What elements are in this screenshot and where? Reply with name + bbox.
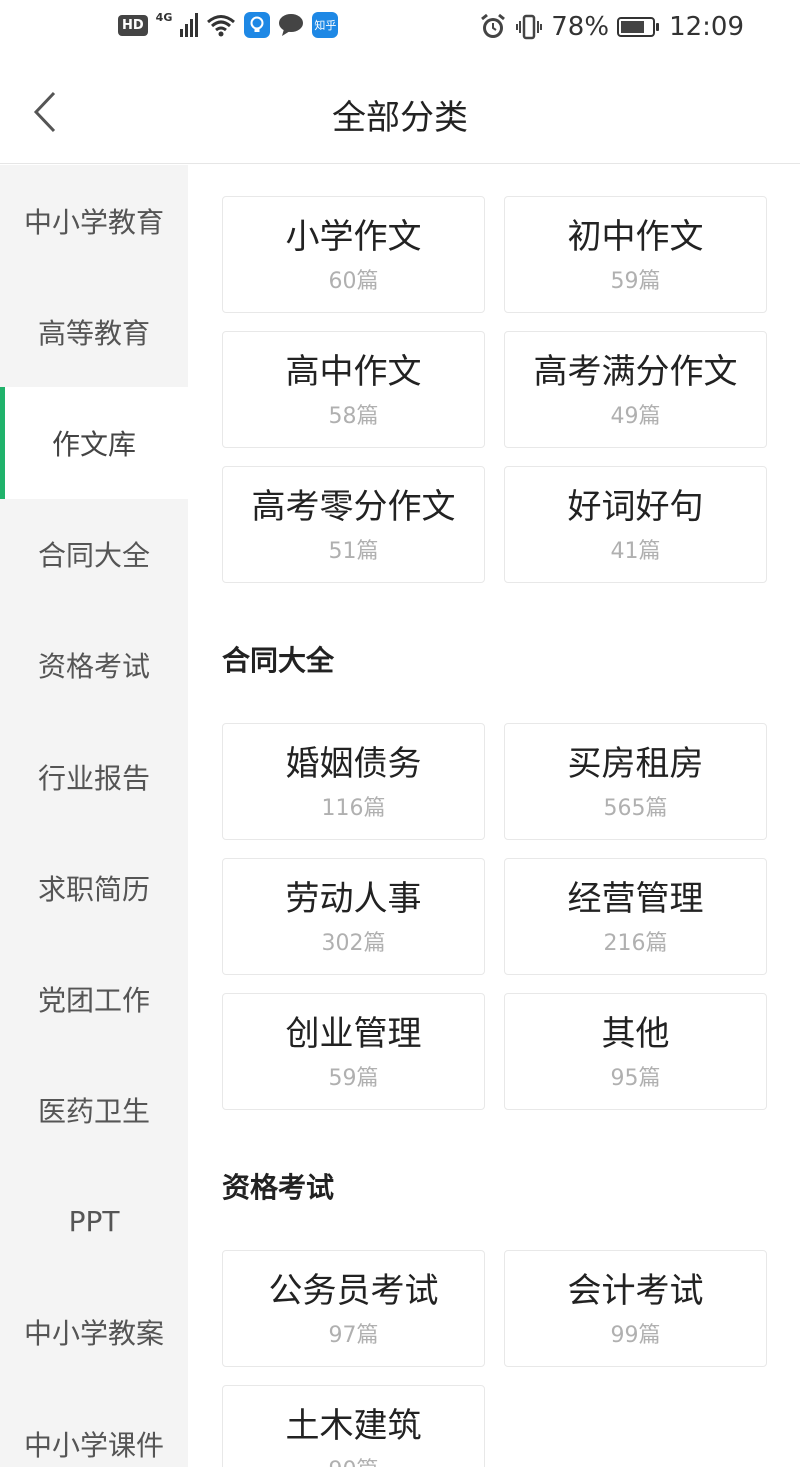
card-title: 初中作文 <box>567 216 704 257</box>
card-title: 婚姻债务 <box>285 743 422 784</box>
card-title: 劳动人事 <box>285 878 422 919</box>
card-title: 高中作文 <box>285 351 422 392</box>
category-sidebar: 中小学教育 高等教育 作文库 合同大全 资格考试 行业报告 求职简历 党团工作 医药卫生 PPT 中… <box>0 165 188 1467</box>
card-title: 高考满分作文 <box>533 351 738 392</box>
card-count: 49篇 <box>610 403 661 429</box>
sidebar-item[interactable]: 合同大全 <box>0 499 188 610</box>
card-count: 59篇 <box>610 268 661 294</box>
wifi-icon <box>207 15 236 37</box>
card-count: 60篇 <box>328 268 379 294</box>
clock: 12:09 <box>669 12 744 42</box>
section-title: 资格考试 <box>222 1171 335 1204</box>
category-card[interactable]: 土木建筑 90篇 <box>222 1385 485 1467</box>
card-count: 99篇 <box>610 1322 661 1348</box>
category-card[interactable]: 会计考试 99篇 <box>504 1250 767 1367</box>
sidebar-item[interactable]: PPT <box>0 1166 188 1277</box>
category-card[interactable]: 好词好句 41篇 <box>504 466 767 583</box>
network-type: 4G <box>155 10 173 24</box>
category-card[interactable]: 经营管理 216篇 <box>504 858 767 975</box>
lightbulb-app-icon <box>244 12 271 38</box>
sidebar-item[interactable]: 高等教育 <box>0 276 188 387</box>
card-count: 97篇 <box>328 1322 379 1348</box>
card-count: 216篇 <box>603 930 668 956</box>
message-icon <box>279 14 304 36</box>
status-right: 78% 12:09 <box>479 12 744 42</box>
sidebar-item[interactable]: 中小学教案 <box>0 1277 188 1388</box>
category-card[interactable]: 婚姻债务 116篇 <box>222 723 485 840</box>
category-card[interactable]: 公务员考试 97篇 <box>222 1250 485 1367</box>
hd-icon: HD <box>118 14 148 36</box>
card-count: 90篇 <box>329 1452 379 1467</box>
card-count: 59篇 <box>328 1065 379 1091</box>
status-bar: HD 4G 知乎 78% 12:09 <box>0 0 800 56</box>
category-grid: 小学作文 60篇 初中作文 59篇高中作文 58篇 高考满分作文 49篇高考零分作文 51篇 好… <box>222 196 767 583</box>
card-title: 公务员考试 <box>268 1270 439 1311</box>
card-count: 116篇 <box>321 795 386 821</box>
page-title: 全部分类 <box>332 98 468 138</box>
category-card[interactable]: 高考满分作文 49篇 <box>504 331 767 448</box>
status-left: HD 4G 知乎 <box>118 10 339 38</box>
category-card[interactable]: 高中作文 58篇 <box>222 331 485 448</box>
battery-percent: 78% <box>551 12 610 42</box>
sidebar-item[interactable]: 作文库 <box>0 387 188 499</box>
category-grid: 婚姻债务 116篇 买房租房 565篇劳动人事 302篇 经营管理 216篇创业管理 59篇 其… <box>222 723 767 1110</box>
category-card[interactable]: 初中作文 59篇 <box>504 196 767 313</box>
battery-icon <box>617 17 660 37</box>
sidebar-item[interactable]: 医药卫生 <box>0 1055 188 1166</box>
card-title: 会计考试 <box>567 1270 704 1311</box>
card-count: 95篇 <box>610 1065 661 1091</box>
card-count: 302篇 <box>321 930 386 956</box>
card-title: 高考零分作文 <box>251 486 456 527</box>
section-title: 合同大全 <box>222 644 335 677</box>
category-card[interactable]: 劳动人事 302篇 <box>222 858 485 975</box>
card-title: 创业管理 <box>285 1013 422 1054</box>
vibrate-icon <box>516 14 543 40</box>
card-title: 买房租房 <box>567 743 704 784</box>
category-card[interactable]: 买房租房 565篇 <box>504 723 767 840</box>
card-title: 好词好句 <box>567 486 704 527</box>
category-card[interactable]: 高考零分作文 51篇 <box>222 466 485 583</box>
card-count: 41篇 <box>610 538 661 564</box>
category-content: 小学作文 60篇 初中作文 59篇 高中作文 58篇 高考满分作文 49篇 高考零分作文 51篇好… <box>222 196 767 1467</box>
top-bar: 全部分类 <box>0 56 800 164</box>
category-card[interactable]: 其他 95篇 <box>504 993 767 1110</box>
card-title: 经营管理 <box>567 878 704 919</box>
category-grid: 公务员考试 97篇 会计考试 99篇土木建筑 90篇 <box>222 1250 767 1467</box>
sidebar-item[interactable]: 党团工作 <box>0 943 188 1054</box>
card-count: 58篇 <box>328 403 379 429</box>
category-card[interactable]: 创业管理 59篇 <box>222 993 485 1110</box>
category-card[interactable]: 小学作文 60篇 <box>222 196 485 313</box>
signal-icon <box>180 13 199 37</box>
card-title: 土木建筑 <box>285 1405 422 1446</box>
card-title: 其他 <box>601 1013 670 1054</box>
sidebar-item[interactable]: 求职简历 <box>0 832 188 943</box>
card-count: 565篇 <box>603 795 668 821</box>
zhihu-app-icon: 知乎 <box>312 12 339 38</box>
card-count: 51篇 <box>328 538 379 564</box>
alarm-icon <box>481 13 506 38</box>
sidebar-item[interactable]: 中小学教育 <box>0 165 188 276</box>
sidebar-item[interactable]: 行业报告 <box>0 721 188 832</box>
sidebar-item[interactable]: 资格考试 <box>0 610 188 721</box>
sidebar-item[interactable]: 中小学课件 <box>0 1388 188 1467</box>
card-title: 小学作文 <box>285 216 422 257</box>
